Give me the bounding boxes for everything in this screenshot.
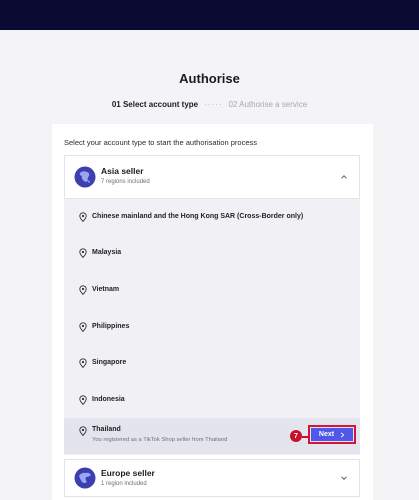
chevron-down-icon[interactable] — [339, 473, 349, 483]
region-label: Indonesia — [92, 396, 125, 403]
region-note: You registered as a TikTok Shop seller f… — [92, 437, 228, 443]
region-label: Chinese mainland and the Hong Kong SAR (… — [92, 213, 304, 220]
step-separator: ····· — [204, 100, 223, 109]
top-navigation-bar — [0, 0, 419, 30]
region-label: Malaysia — [92, 249, 122, 256]
globe-europe-icon — [74, 467, 96, 489]
asia-region-list: Chinese mainland and the Hong Kong SAR (… — [64, 199, 360, 455]
location-pin-icon — [79, 395, 87, 405]
europe-seller-card[interactable]: Europe seller 1 region included — [64, 459, 360, 497]
region-item-chinese-mainland-hk[interactable]: Chinese mainland and the Hong Kong SAR (… — [64, 199, 360, 235]
region-item-singapore[interactable]: Singapore — [64, 345, 360, 381]
chevron-up-icon[interactable] — [339, 172, 349, 182]
location-pin-icon — [79, 358, 87, 368]
location-pin-icon — [79, 285, 87, 295]
next-button[interactable]: Next — [311, 428, 353, 441]
region-item-vietnam[interactable]: Vietnam — [64, 272, 360, 308]
location-pin-icon — [79, 322, 87, 332]
europe-seller-title: Europe seller — [101, 468, 155, 478]
step-1-label: 01 Select account type — [111, 100, 199, 109]
region-item-philippines[interactable]: Philippines — [64, 309, 360, 345]
page-title: Authorise — [179, 71, 240, 86]
asia-seller-count: 7 regions included — [101, 179, 150, 185]
instruction-text: Select your account type to start the au… — [64, 138, 258, 147]
asia-seller-card[interactable]: Asia seller 7 regions included — [64, 155, 360, 199]
region-label: Philippines — [92, 323, 130, 330]
chevron-right-icon — [340, 431, 345, 438]
region-label: Singapore — [92, 359, 127, 366]
region-label: Vietnam — [92, 286, 120, 293]
location-pin-icon — [79, 248, 87, 258]
step-2-label: 02 Authorise a service — [228, 100, 308, 109]
location-pin-icon — [79, 212, 87, 222]
step-indicator: 01 Select account type ····· 02 Authoris… — [0, 100, 419, 109]
account-type-panel: Select your account type to start the au… — [52, 124, 373, 500]
next-button-highlight: Next — [308, 425, 356, 444]
annotation-step-marker: 7 — [290, 430, 302, 442]
globe-asia-icon — [74, 166, 96, 188]
region-label: Thailand — [92, 426, 121, 433]
annotation-connector — [302, 436, 310, 438]
location-pin-icon — [79, 426, 87, 436]
region-item-malaysia[interactable]: Malaysia — [64, 235, 360, 271]
asia-seller-title: Asia seller — [101, 166, 144, 176]
next-button-label: Next — [318, 431, 335, 438]
europe-seller-count: 1 region included — [101, 481, 147, 487]
region-item-indonesia[interactable]: Indonesia — [64, 382, 360, 418]
